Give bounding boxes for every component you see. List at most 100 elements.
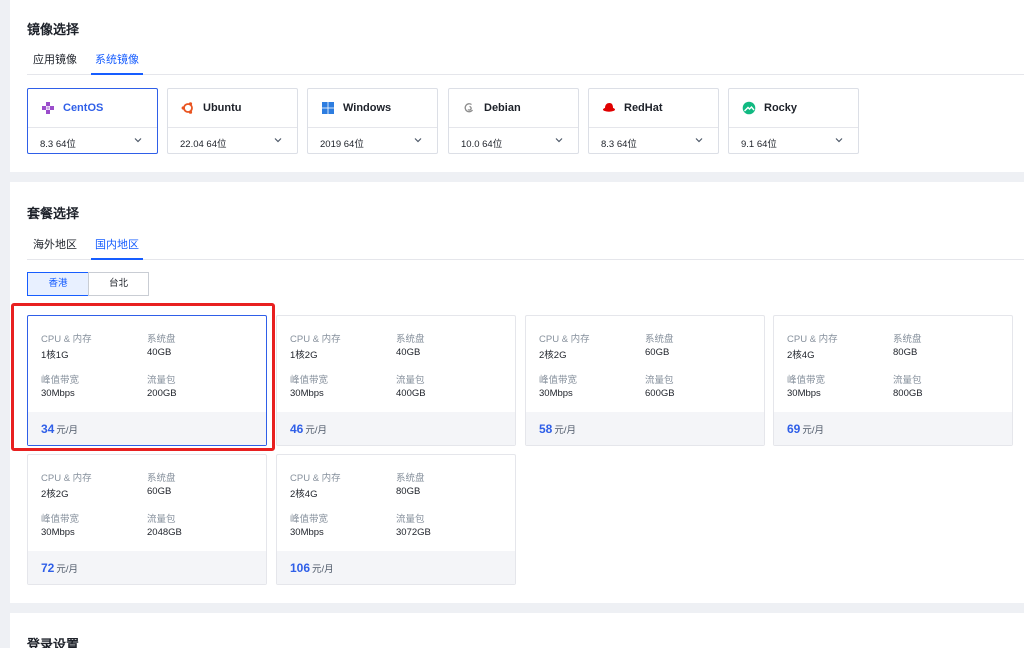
traffic-value: 800GB <box>893 388 923 399</box>
bandwidth-value: 30Mbps <box>539 388 573 399</box>
plan-price: 34 元/月 <box>41 422 78 436</box>
price-amount: 46 <box>290 422 304 436</box>
os-name: RedHat <box>624 102 663 114</box>
traffic-label: 流量包 <box>396 375 425 386</box>
os-version-value: 9.1 64位 <box>741 139 777 150</box>
plan-card[interactable]: CPU & 内存 2核2G 系统盘 60GB 峰值带宽 30Mbps 流量包 600GB 58 元… <box>525 315 765 446</box>
tab-overseas[interactable]: 海外地区 <box>29 238 81 260</box>
system-disk-label: 系统盘 <box>147 334 176 345</box>
traffic-label: 流量包 <box>893 375 922 386</box>
login-section-title: 登录设置 <box>27 637 80 648</box>
os-version-value: 10.0 64位 <box>461 139 503 150</box>
plan-price-footer: 58 元/月 <box>526 412 764 445</box>
plan-price: 106 元/月 <box>290 561 334 575</box>
bandwidth-value: 30Mbps <box>41 527 75 538</box>
chevron-down-icon <box>134 138 142 143</box>
tab-domestic[interactable]: 国内地区 <box>91 238 143 260</box>
windows-icon <box>322 102 334 114</box>
cpu-memory-label: CPU & 内存 <box>41 473 92 484</box>
bandwidth-value: 30Mbps <box>41 388 75 399</box>
plan-card[interactable]: CPU & 内存 1核1G 系统盘 40GB 峰值带宽 30Mbps 流量包 200GB 34 元… <box>27 315 267 446</box>
os-version-select[interactable]: 10.0 64位 <box>449 128 578 154</box>
chevron-down-icon <box>274 138 282 143</box>
os-card-centos[interactable]: CentOS 8.3 64位 <box>27 88 158 154</box>
os-version-select[interactable]: 22.04 64位 <box>168 128 297 154</box>
traffic-label: 流量包 <box>645 375 674 386</box>
bandwidth-label: 峰值带宽 <box>787 375 826 386</box>
bandwidth-value: 30Mbps <box>290 527 324 538</box>
bandwidth-label: 峰值带宽 <box>41 375 80 386</box>
cpu-memory-value: 1核2G <box>290 350 318 361</box>
region-hongkong-button[interactable]: 香港 <box>27 272 89 296</box>
plan-price-footer: 72 元/月 <box>28 551 266 584</box>
os-version-value: 2019 64位 <box>320 139 364 150</box>
plan-price-footer: 69 元/月 <box>774 412 1012 445</box>
system-disk-label: 系统盘 <box>396 473 425 484</box>
bandwidth-label: 峰值带宽 <box>290 375 329 386</box>
image-section-title: 镜像选择 <box>27 22 80 37</box>
traffic-value: 600GB <box>645 388 675 399</box>
ubuntu-icon <box>181 102 193 114</box>
traffic-label: 流量包 <box>147 375 176 386</box>
bandwidth-label: 峰值带宽 <box>41 514 80 525</box>
tab-app-images[interactable]: 应用镜像 <box>29 53 81 75</box>
price-unit: 元/月 <box>305 425 327 436</box>
plan-card[interactable]: CPU & 内存 2核2G 系统盘 60GB 峰值带宽 30Mbps 流量包 2048GB 72… <box>27 454 267 585</box>
os-card-debian[interactable]: Debian 10.0 64位 <box>448 88 579 154</box>
os-card-header: Ubuntu <box>168 89 297 128</box>
os-name: Ubuntu <box>203 102 242 114</box>
cpu-memory-label: CPU & 内存 <box>539 334 590 345</box>
region-area-tabbar: 海外地区 国内地区 <box>27 238 1024 260</box>
image-tabbar: 应用镜像 系统镜像 <box>27 53 1024 75</box>
os-version-select[interactable]: 8.3 64位 <box>28 128 157 154</box>
os-card-windows[interactable]: Windows 2019 64位 <box>307 88 438 154</box>
os-version-select[interactable]: 8.3 64位 <box>589 128 718 154</box>
plan-card[interactable]: CPU & 内存 2核4G 系统盘 80GB 峰值带宽 30Mbps 流量包 3072GB 10… <box>276 454 516 585</box>
system-disk-value: 40GB <box>147 347 172 358</box>
rocky-icon <box>742 101 756 115</box>
system-disk-label: 系统盘 <box>645 334 674 345</box>
system-disk-label: 系统盘 <box>396 334 425 345</box>
os-card-header: Debian <box>449 89 578 128</box>
chevron-down-icon <box>414 138 422 143</box>
plan-price-footer: 34 元/月 <box>28 412 266 445</box>
bandwidth-label: 峰值带宽 <box>290 514 329 525</box>
cpu-memory-value: 1核1G <box>41 350 69 361</box>
os-version-select[interactable]: 9.1 64位 <box>729 128 858 154</box>
os-card-ubuntu[interactable]: Ubuntu 22.04 64位 <box>167 88 298 154</box>
redhat-icon <box>603 103 615 112</box>
cpu-memory-label: CPU & 内存 <box>290 473 341 484</box>
price-amount: 69 <box>787 422 801 436</box>
price-unit: 元/月 <box>56 564 78 575</box>
centos-icon <box>42 102 54 114</box>
os-name: Debian <box>484 102 521 114</box>
os-card-rocky[interactable]: Rocky 9.1 64位 <box>728 88 859 154</box>
os-card-redhat[interactable]: RedHat 8.3 64位 <box>588 88 719 154</box>
os-card-header: Rocky <box>729 89 858 128</box>
chevron-down-icon <box>695 138 703 143</box>
region-taipei-button[interactable]: 台北 <box>88 272 149 296</box>
system-disk-value: 60GB <box>645 347 670 358</box>
os-card-header: CentOS <box>28 89 157 128</box>
traffic-label: 流量包 <box>396 514 425 525</box>
price-unit: 元/月 <box>56 425 78 436</box>
cpu-memory-label: CPU & 内存 <box>41 334 92 345</box>
system-disk-value: 40GB <box>396 347 421 358</box>
traffic-label: 流量包 <box>147 514 176 525</box>
price-unit: 元/月 <box>312 564 334 575</box>
plan-card[interactable]: CPU & 内存 2核4G 系统盘 80GB 峰值带宽 30Mbps 流量包 800GB 69 元… <box>773 315 1013 446</box>
tab-system-images[interactable]: 系统镜像 <box>91 53 143 75</box>
cpu-memory-label: CPU & 内存 <box>290 334 341 345</box>
os-version-value: 8.3 64位 <box>601 139 637 150</box>
bandwidth-label: 峰值带宽 <box>539 375 578 386</box>
system-disk-value: 60GB <box>147 486 172 497</box>
price-amount: 72 <box>41 561 55 575</box>
os-name: CentOS <box>63 102 104 114</box>
image-selection-panel: 镜像选择 应用镜像 系统镜像 CentOS 8.3 64位 Ubuntu 22.… <box>10 0 1024 172</box>
plan-card[interactable]: CPU & 内存 1核2G 系统盘 40GB 峰值带宽 30Mbps 流量包 400GB 46 元… <box>276 315 516 446</box>
traffic-value: 3072GB <box>396 527 431 538</box>
plan-price: 69 元/月 <box>787 422 824 436</box>
os-version-select[interactable]: 2019 64位 <box>308 128 437 154</box>
plan-price: 58 元/月 <box>539 422 576 436</box>
os-name: Rocky <box>764 102 798 114</box>
